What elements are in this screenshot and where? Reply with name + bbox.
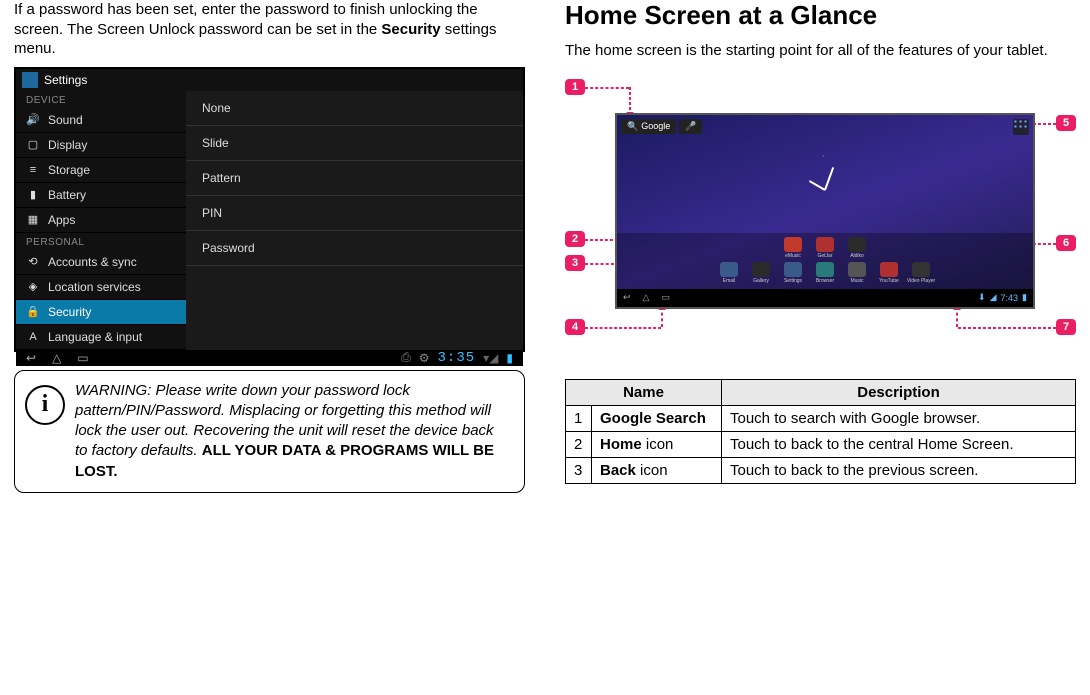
app-gallery[interactable]: Gallery: [750, 262, 772, 284]
callout-3: 3: [565, 255, 585, 271]
option-slide[interactable]: Slide: [186, 126, 523, 161]
th-name: Name: [566, 379, 722, 405]
leader-4v: [661, 307, 663, 327]
app-emusic[interactable]: eMusic: [782, 237, 804, 259]
recent-icon[interactable]: ▭: [661, 292, 670, 303]
apps-button[interactable]: [1013, 119, 1029, 135]
battery-status-icon: ▮: [506, 351, 513, 365]
table-row: 2 Home icon Touch to back to the central…: [566, 431, 1076, 457]
app-aldiko[interactable]: Aldiko: [846, 237, 868, 259]
warning-box: i WARNING: Please write down your passwo…: [14, 370, 525, 493]
th-desc: Description: [722, 379, 1076, 405]
notif-icon: ⬇: [978, 292, 986, 303]
search-icon: 🔍: [627, 121, 638, 132]
sidebar-item-apps[interactable]: ▦Apps: [16, 208, 186, 233]
gear-icon: [22, 72, 38, 88]
sidebar-item-storage[interactable]: ≡Storage: [16, 158, 186, 183]
leader-7v: [956, 307, 958, 327]
app-getjar[interactable]: GetJar: [814, 237, 836, 259]
lock-icon: 🔒: [26, 305, 40, 319]
wifi-icon: ◢: [990, 292, 997, 303]
wifi-icon: ▾◢: [483, 351, 498, 365]
voice-icon[interactable]: 🎤: [679, 119, 702, 134]
analog-clock-widget: ·: [790, 155, 860, 225]
leader-7h: [958, 327, 1056, 329]
usb-icon: ⎙: [401, 350, 411, 365]
app-shelf: eMusic GetJar Aldiko Email Gallery Settings B…: [617, 233, 1033, 289]
settings-titlebar: Settings: [16, 69, 523, 91]
back-icon[interactable]: ↩: [26, 351, 36, 365]
intro-paragraph: If a password has been set, enter the pa…: [14, 0, 525, 59]
debug-icon: ⚙: [419, 351, 430, 365]
language-icon: A: [26, 330, 40, 344]
option-none[interactable]: None: [186, 91, 523, 126]
option-password[interactable]: Password: [186, 231, 523, 266]
sidebar-item-accounts[interactable]: ⟲Accounts & sync: [16, 250, 186, 275]
leader-4h: [585, 327, 661, 329]
location-icon: ◈: [26, 280, 40, 294]
app-settings[interactable]: Settings: [782, 262, 804, 284]
sidebar-item-location[interactable]: ◈Location services: [16, 275, 186, 300]
leader-1h: [585, 87, 629, 89]
sidebar-item-security[interactable]: 🔒Security: [16, 300, 186, 325]
clock-time: 7:43: [1001, 293, 1019, 303]
callout-1: 1: [565, 79, 585, 95]
apps-icon: ▦: [26, 213, 40, 227]
app-video-player[interactable]: Video Player: [910, 262, 932, 284]
sidebar-item-display[interactable]: ▢Display: [16, 133, 186, 158]
personal-header: PERSONAL: [16, 233, 186, 250]
callout-2: 2: [565, 231, 585, 247]
app-music[interactable]: Music: [846, 262, 868, 284]
option-pin[interactable]: PIN: [186, 196, 523, 231]
home-system-bar: ↩ △ ▭ ⬇ ◢ 7:43 ▮: [617, 289, 1033, 307]
system-bar: ↩ △ ▭ ⎙ ⚙ 3:35 ▾◢ ▮: [16, 350, 523, 366]
settings-options: None Slide Pattern PIN Password: [186, 91, 523, 350]
home-icon[interactable]: △: [643, 292, 650, 303]
home-screenshot: 🔍Google 🎤 · eMusic GetJar Aldiko Email Gall…: [615, 113, 1035, 309]
search-bar[interactable]: 🔍Google 🎤: [621, 119, 702, 134]
option-pattern[interactable]: Pattern: [186, 161, 523, 196]
callout-5: 5: [1056, 115, 1076, 131]
table-row: 3 Back icon Touch to back to the previou…: [566, 457, 1076, 483]
storage-icon: ≡: [26, 163, 40, 177]
battery-status-icon: ▮: [1022, 292, 1027, 303]
home-icon[interactable]: △: [52, 351, 61, 365]
feature-table: Name Description 1 Google Search Touch t…: [565, 379, 1076, 484]
info-icon: i: [25, 385, 65, 425]
callout-6: 6: [1056, 235, 1076, 251]
back-icon[interactable]: ↩: [623, 292, 631, 303]
sidebar-item-battery[interactable]: ▮Battery: [16, 183, 186, 208]
app-browser[interactable]: Browser: [814, 262, 836, 284]
page-subtext: The home screen is the starting point fo…: [565, 41, 1076, 61]
app-youtube[interactable]: YouTube: [878, 262, 900, 284]
sidebar-item-sound[interactable]: 🔊Sound: [16, 108, 186, 133]
leader-1v: [629, 87, 631, 115]
sidebar-item-language[interactable]: ALanguage & input: [16, 325, 186, 350]
settings-screenshot: Settings DEVICE 🔊Sound ▢Display ≡Storage…: [14, 67, 525, 352]
page-heading: Home Screen at a Glance: [565, 0, 1076, 31]
callout-7: 7: [1056, 319, 1076, 335]
sound-icon: 🔊: [26, 113, 40, 127]
clock-time: 3:35: [438, 350, 476, 366]
settings-title: Settings: [44, 73, 87, 87]
recent-icon[interactable]: ▭: [77, 351, 88, 365]
sync-icon: ⟲: [26, 255, 40, 269]
display-icon: ▢: [26, 138, 40, 152]
callout-4: 4: [565, 319, 585, 335]
settings-sidebar: DEVICE 🔊Sound ▢Display ≡Storage ▮Battery…: [16, 91, 186, 350]
device-header: DEVICE: [16, 91, 186, 108]
home-screen-diagram: 1 2 3 4 5 6 7 🔍Google 🎤 ·: [565, 79, 1076, 349]
app-email[interactable]: Email: [718, 262, 740, 284]
table-row: 1 Google Search Touch to search with Goo…: [566, 405, 1076, 431]
battery-icon: ▮: [26, 188, 40, 202]
